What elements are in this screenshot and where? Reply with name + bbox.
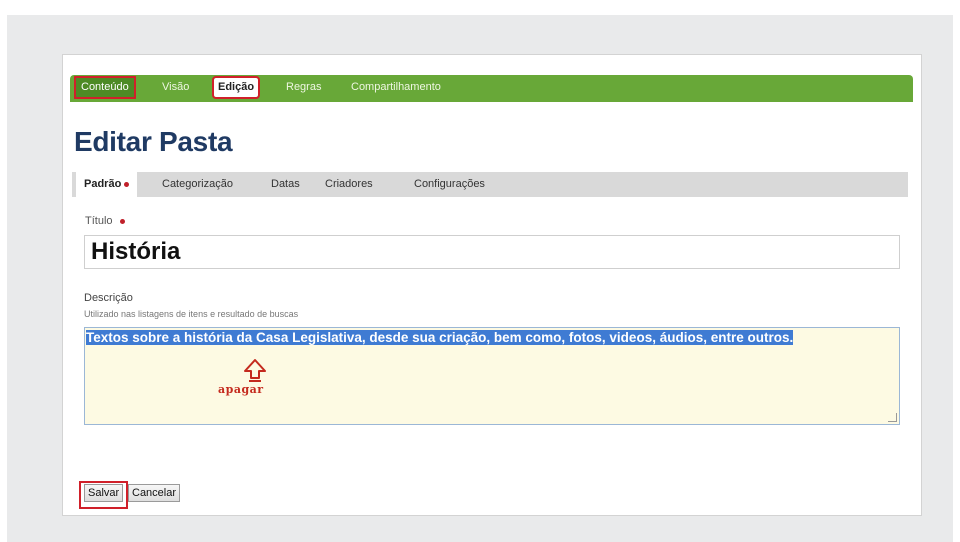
tab-edicao[interactable]: Edição [211, 76, 261, 99]
tab-visao[interactable]: Visão [162, 81, 189, 93]
title-field-label: Título [85, 215, 125, 227]
tab-regras[interactable]: Regras [286, 81, 321, 93]
tab-datas[interactable]: Datas [271, 178, 300, 190]
required-dot-icon [119, 218, 125, 224]
tab-padrao-label: Padrão [84, 178, 122, 190]
required-dot-icon [124, 181, 130, 187]
cancel-button[interactable]: Cancelar [128, 484, 181, 502]
description-text-selection: Textos sobre a história da Casa Legislat… [86, 330, 794, 345]
tab-criadores[interactable]: Criadores [325, 178, 373, 190]
description-field-label: Descrição [84, 292, 133, 304]
annotation-apagar: apagar [218, 383, 264, 396]
form-tabs: Padrão Categorização Datas Criadores Con… [72, 172, 908, 197]
tab-padrao[interactable]: Padrão [76, 172, 138, 197]
tab-conteudo[interactable]: Conteúdo [74, 76, 136, 99]
tab-configuracoes[interactable]: Configurações [414, 178, 485, 190]
page-title: Editar Pasta [74, 126, 233, 157]
tab-categorizacao[interactable]: Categorização [162, 178, 233, 190]
up-arrow-icon [244, 359, 266, 382]
description-hint: Utilizado nas listagens de itens e resul… [84, 309, 299, 319]
tab-compartilhamento[interactable]: Compartilhamento [351, 81, 441, 93]
resize-grip-icon[interactable] [888, 413, 897, 422]
title-input[interactable] [84, 235, 900, 269]
description-textarea[interactable]: Textos sobre a história da Casa Legislat… [84, 327, 900, 425]
content-panel [62, 54, 922, 516]
edit-toolbar: Conteúdo Visão Edição Regras Compartilha… [70, 75, 913, 102]
description-selected-text: Textos sobre a história da Casa Legislat… [86, 330, 898, 346]
title-label-text: Título [85, 215, 113, 227]
save-button[interactable]: Salvar [84, 484, 124, 502]
